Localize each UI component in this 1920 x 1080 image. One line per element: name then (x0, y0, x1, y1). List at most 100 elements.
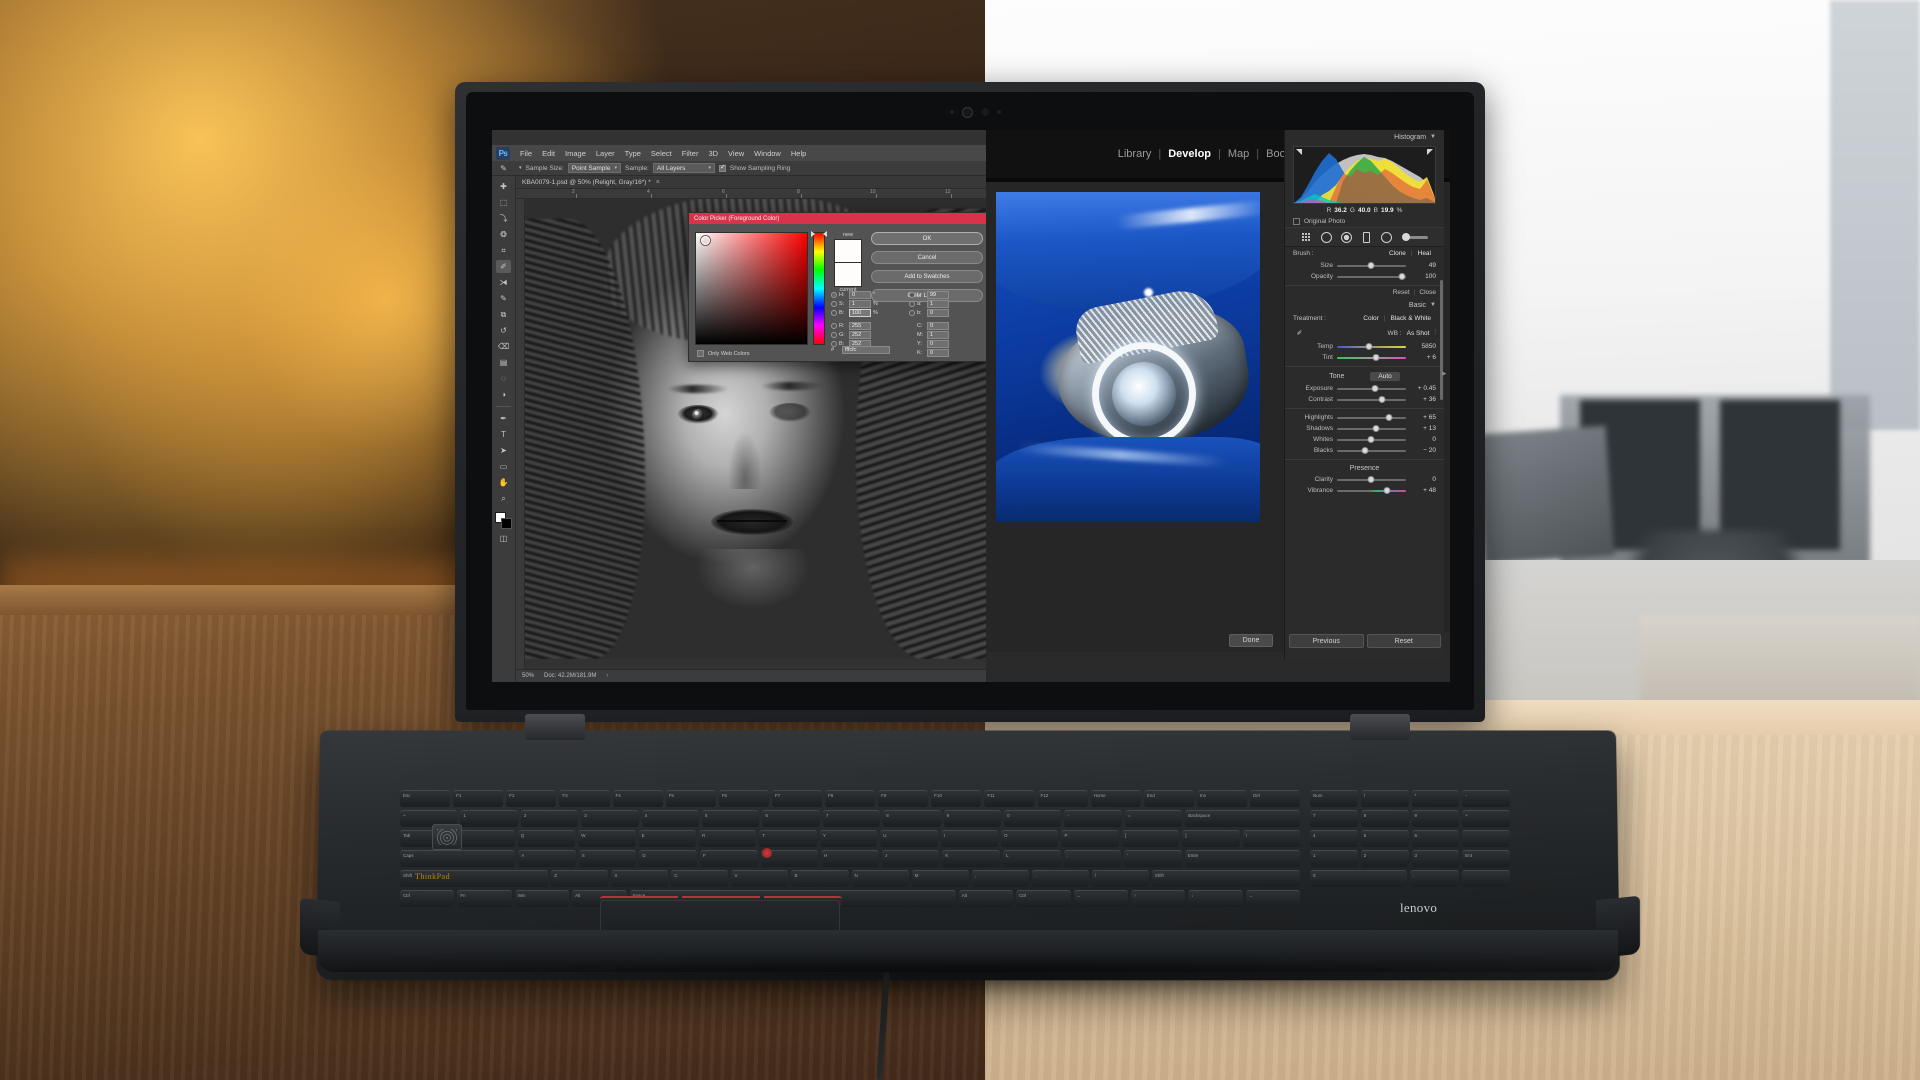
numpad-4[interactable]: 4 (1310, 830, 1358, 847)
key-semicolon[interactable]: ; (1063, 850, 1122, 867)
show-sampling-ring-checkbox[interactable] (718, 163, 726, 172)
key-l[interactable]: L (1002, 850, 1061, 867)
key-j[interactable]: J (881, 850, 940, 867)
radio-r[interactable] (831, 322, 837, 329)
exposure-row[interactable]: Exposure + 0.45 (1285, 383, 1444, 394)
numpad-divide[interactable]: / (1360, 790, 1409, 807)
input-m[interactable]: 1 (927, 330, 949, 339)
key-capslock[interactable]: Caps (400, 850, 516, 867)
shape-tool[interactable]: ▭ (496, 460, 511, 473)
key-2[interactable]: 2 (520, 810, 579, 827)
panel-expand-arrow-icon[interactable]: ▸ (1442, 368, 1447, 379)
crop-tool[interactable]: ⌗ (496, 244, 511, 257)
module-library[interactable]: Library (1111, 148, 1159, 160)
blacks-track[interactable] (1337, 446, 1406, 454)
key-esc[interactable]: Esc (400, 790, 451, 807)
key-slash[interactable]: / (1091, 870, 1149, 887)
brush-size-row[interactable]: Size 49 (1285, 260, 1444, 271)
brush-size-track[interactable] (1337, 261, 1406, 269)
cmyk-row-m[interactable]: M: 1 (909, 330, 986, 339)
numpad-6[interactable]: 6 (1411, 830, 1460, 847)
key-t[interactable]: T (759, 830, 817, 847)
key-o[interactable]: O (1001, 830, 1059, 847)
zoom-level[interactable]: 50% (522, 673, 534, 679)
treatment-bw-option[interactable]: Black & White (1386, 315, 1436, 322)
hue-slider-marker[interactable] (811, 231, 827, 237)
vibrance-track[interactable] (1337, 486, 1406, 494)
highlight-clipping-icon[interactable] (1427, 149, 1433, 155)
whites-row[interactable]: Whites 0 (1285, 434, 1444, 445)
input-c[interactable]: 0 (927, 321, 949, 330)
clarity-row[interactable]: Clarity 0 (1285, 474, 1444, 485)
radio-b[interactable] (831, 309, 837, 316)
panel-scrollbar[interactable] (1440, 280, 1443, 400)
type-tool[interactable]: T (496, 428, 511, 441)
keyboard-row-qwerty[interactable]: Tab Q W E R T Y U I O P [ ] \ (400, 830, 1301, 847)
key-f8[interactable]: F8 (825, 790, 876, 807)
keyboard-row-modifiers[interactable]: Ctrl Fn Win Alt Space Alt Ctrl ← ↑ ↓ → (400, 890, 1300, 907)
ok-button[interactable]: OK (871, 232, 983, 245)
module-develop[interactable]: Develop (1161, 148, 1218, 160)
menu-file[interactable]: File (515, 149, 537, 158)
histogram-panel-header[interactable]: Histogram ▼ (1285, 130, 1444, 144)
hsb-row-h[interactable]: H: 0 ° (831, 290, 907, 299)
numpad-8[interactable]: 8 (1360, 810, 1409, 827)
marquee-tool[interactable]: ⬚ (496, 196, 511, 209)
crop-icon[interactable] (1320, 231, 1333, 244)
lab-row-a[interactable]: a: 1 (909, 299, 986, 308)
menu-view[interactable]: View (723, 149, 749, 158)
gradient-tool[interactable]: ▤ (496, 356, 511, 369)
hsb-row-s[interactable]: S: 1 % (831, 299, 907, 308)
key-z[interactable]: Z (551, 870, 609, 887)
key-f9[interactable]: F9 (878, 790, 929, 807)
contrast-row[interactable]: Contrast + 36 (1285, 394, 1444, 405)
key-arrow-left[interactable]: ← (1073, 890, 1128, 907)
key-f1[interactable]: F1 (453, 790, 504, 807)
hex-row[interactable]: # fffcfc (831, 346, 890, 354)
key-backspace[interactable]: Backspace (1185, 810, 1301, 827)
numpad-plus[interactable]: + (1462, 810, 1510, 827)
done-button[interactable]: Done (1229, 634, 1273, 647)
spot-removal-icon[interactable] (1340, 231, 1353, 244)
key-s[interactable]: S (578, 850, 637, 867)
key-r[interactable]: R (699, 830, 757, 847)
input-a[interactable]: 1 (927, 299, 949, 308)
key-minus[interactable]: - (1064, 810, 1122, 827)
auto-tone-button[interactable]: Auto (1370, 372, 1400, 381)
highlights-row[interactable]: Highlights + 65 (1285, 412, 1444, 423)
shadows-row[interactable]: Shadows + 13 (1285, 423, 1444, 434)
treatment-color-option[interactable]: Color (1358, 315, 1384, 322)
numpad-row-1[interactable]: Num / * - (1310, 790, 1510, 807)
car-headlight-photo[interactable] (996, 192, 1260, 522)
document-tab[interactable]: KBA0079-1.psd @ 50% (Relight, Gray/16*) … (516, 176, 986, 189)
color-field-marker[interactable] (701, 236, 710, 245)
brush-close-button[interactable]: Close (1419, 289, 1436, 296)
quick-mask-icon[interactable]: ◫ (496, 532, 511, 545)
basic-panel-header[interactable]: Basic ▼ (1285, 298, 1444, 312)
numpad-9[interactable]: 9 (1411, 810, 1460, 827)
key-k[interactable]: K (942, 850, 1000, 867)
numpad-row-3[interactable]: 4 5 6 (1310, 830, 1510, 847)
input-l[interactable]: 99 (927, 290, 949, 299)
input-b[interactable]: 100 (849, 308, 871, 317)
key-f3[interactable]: F3 (559, 790, 610, 807)
key-f12[interactable]: F12 (1037, 790, 1088, 807)
keyboard[interactable]: Esc F1 F2 F3 F4 F5 F6 F7 F8 F9 F10 F11 F… (400, 790, 1301, 910)
key-f2[interactable]: F2 (506, 790, 557, 807)
key-equals[interactable]: = (1124, 810, 1183, 827)
red-eye-icon[interactable] (1360, 231, 1373, 244)
contrast-track[interactable] (1337, 395, 1406, 403)
shadows-track[interactable] (1337, 424, 1406, 432)
numpad-1[interactable]: 1 (1310, 850, 1358, 867)
move-tool[interactable]: ✚ (496, 180, 511, 193)
key-end[interactable]: End (1143, 790, 1194, 807)
numpad-multiply[interactable]: * (1411, 790, 1460, 807)
key-7[interactable]: 7 (822, 810, 881, 827)
key-x[interactable]: X (611, 870, 669, 887)
add-to-swatches-button[interactable]: Add to Swatches (871, 270, 983, 283)
temp-row[interactable]: Temp 5850 (1285, 341, 1444, 352)
key-insert[interactable]: Ins (1196, 790, 1247, 807)
key-c[interactable]: C (671, 870, 729, 887)
input-s[interactable]: 1 (849, 299, 871, 308)
path-select-tool[interactable]: ➤ (496, 444, 511, 457)
